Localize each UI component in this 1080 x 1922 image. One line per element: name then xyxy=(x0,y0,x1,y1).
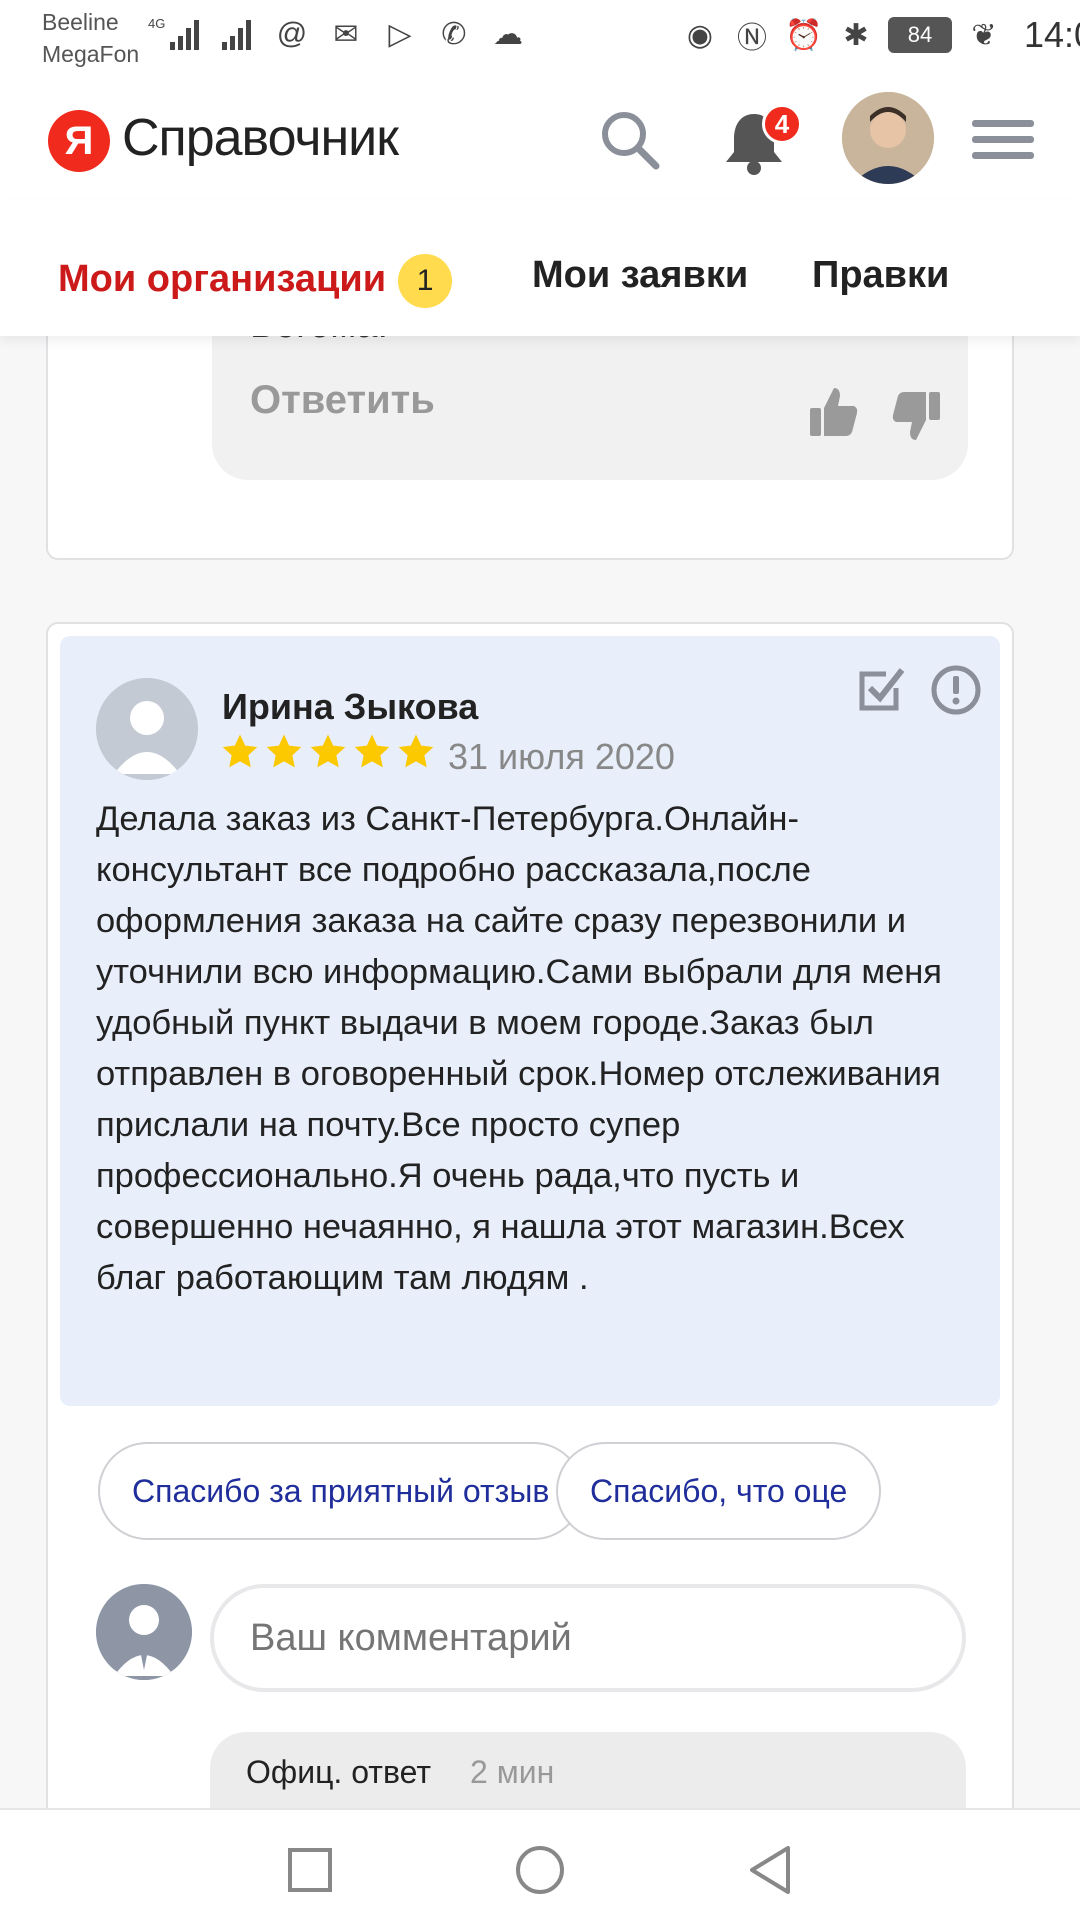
play-store-icon: ▷ xyxy=(388,17,412,51)
star-icon xyxy=(266,734,302,768)
notifications-badge: 4 xyxy=(762,104,802,144)
mail-icon: ✉ xyxy=(333,17,359,51)
report-button[interactable] xyxy=(930,664,982,716)
brand-title[interactable]: Справочник xyxy=(122,108,399,168)
reply-button[interactable]: Ответить xyxy=(250,378,435,423)
carrier-2: MegaFon xyxy=(42,41,140,67)
user-photo-icon xyxy=(842,92,934,184)
system-nav-bar xyxy=(0,1808,1080,1922)
rating-stars xyxy=(220,732,436,772)
tab-my-requests[interactable]: Мои заявки xyxy=(532,254,748,297)
hamburger-menu-icon xyxy=(972,120,1034,159)
app-header: Я Справочник 4 xyxy=(0,78,1080,200)
review-card: Ирина Зыкова 31 июля 2020 Делала заказ и… xyxy=(46,622,1014,1832)
square-icon xyxy=(288,1848,332,1892)
status-icons-right: ◉ Ⓝ ⏰ ✱ 84 ❦ 14:02 xyxy=(680,14,1080,56)
yandex-logo[interactable]: Я xyxy=(48,110,110,172)
at-sign-icon: @ xyxy=(276,17,308,50)
search-button[interactable] xyxy=(598,108,662,172)
cloud-icon: ☁ xyxy=(493,17,523,51)
review-text: Делала заказ из Санкт-Петербурга.Онлайн-… xyxy=(96,800,942,1297)
notifications-button[interactable]: 4 xyxy=(718,104,802,178)
exclamation-circle-icon xyxy=(931,665,981,715)
viber-icon: ✆ xyxy=(441,17,467,51)
tab-my-organizations[interactable]: Мои организации 1 xyxy=(58,254,453,308)
alarm-icon: ⏰ xyxy=(785,18,823,52)
tab-edits[interactable]: Правки xyxy=(812,254,949,297)
circle-icon xyxy=(516,1846,564,1894)
carrier-names: Beeline MegaFon xyxy=(42,6,139,70)
star-icon xyxy=(398,734,434,768)
nfc-icon: Ⓝ xyxy=(737,22,767,55)
back-triangle-icon xyxy=(750,1846,790,1894)
eye-icon: ◉ xyxy=(686,18,714,52)
organization-avatar-icon xyxy=(96,1584,192,1680)
star-icon xyxy=(222,734,258,768)
tab-label: Мои организации xyxy=(58,258,387,301)
thumbs-up-icon xyxy=(810,388,858,436)
reviewer-avatar[interactable] xyxy=(96,678,198,780)
signal-4g-icon: 4G xyxy=(148,16,199,50)
back-button[interactable] xyxy=(740,1840,800,1900)
thumbs-down-icon xyxy=(892,392,940,440)
reviewer-name[interactable]: Ирина Зыкова xyxy=(222,686,478,728)
status-icons-left: 4G @ ✉ ▷ ✆ ☁ xyxy=(148,14,528,54)
quick-reply-chip[interactable]: Спасибо за приятный отзыв xyxy=(98,1442,584,1540)
battery-indicator: 84 xyxy=(888,17,952,53)
clock: 14:02 xyxy=(1024,14,1080,55)
review-block: Ирина Зыкова 31 июля 2020 Делала заказ и… xyxy=(60,636,1000,1406)
search-icon xyxy=(602,112,660,170)
status-bar: Beeline MegaFon 4G @ ✉ ▷ ✆ ☁ ◉ Ⓝ ⏰ ✱ 84 … xyxy=(0,0,1080,78)
official-answer-time: 2 мин xyxy=(470,1754,555,1790)
like-button[interactable] xyxy=(810,386,858,438)
star-icon xyxy=(310,734,346,768)
quick-replies: Спасибо за приятный отзыв Спасибо, что о… xyxy=(98,1442,966,1544)
default-user-icon xyxy=(96,678,198,780)
comment-input[interactable] xyxy=(210,1584,966,1692)
review-date: 31 июля 2020 xyxy=(448,736,675,777)
tab-count-badge: 1 xyxy=(398,254,453,308)
tabs-bar: Мои организации 1 Мои заявки Правки xyxy=(0,200,1080,336)
bluetooth-icon: ✱ xyxy=(843,18,869,52)
official-answer-label: Офиц. ответ xyxy=(246,1754,431,1790)
my-avatar xyxy=(96,1584,192,1680)
quick-reply-chip[interactable]: Спасибо, что оце xyxy=(556,1442,882,1540)
leaf-icon: ❦ xyxy=(971,18,997,52)
menu-button[interactable] xyxy=(972,118,1034,162)
svg-text:4G: 4G xyxy=(148,16,165,31)
checkbox-icon xyxy=(859,668,905,711)
mark-answered-button[interactable] xyxy=(856,664,906,714)
recent-apps-button[interactable] xyxy=(280,1840,340,1900)
signal-icon xyxy=(222,20,251,50)
dislike-button[interactable] xyxy=(892,390,940,442)
home-button[interactable] xyxy=(510,1840,570,1900)
carrier-1: Beeline xyxy=(42,9,119,35)
user-avatar[interactable] xyxy=(842,92,934,184)
star-icon xyxy=(354,734,390,768)
